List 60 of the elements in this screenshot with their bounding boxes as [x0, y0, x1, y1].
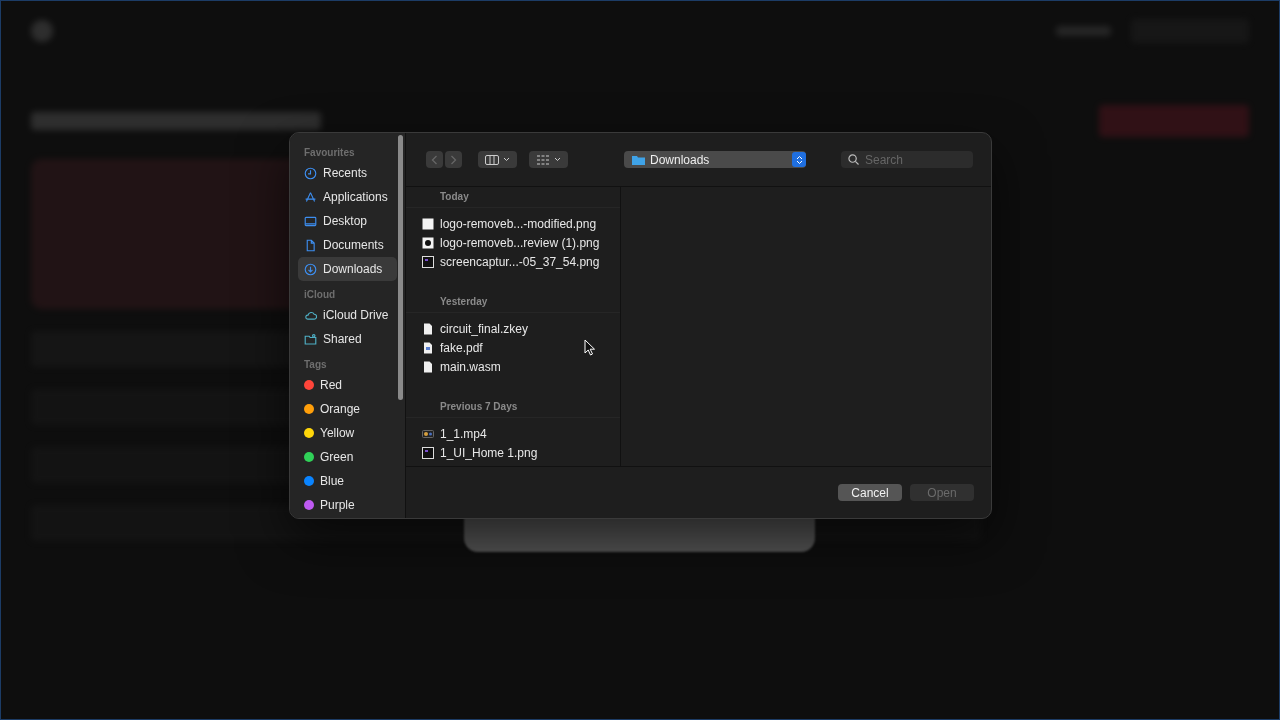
- image-file-icon: [422, 236, 434, 249]
- monitor-icon: [304, 214, 317, 228]
- sidebar-heading: iCloud: [303, 288, 337, 302]
- group-heading: Yesterday: [406, 292, 620, 313]
- sidebar-item[interactable]: Green: [298, 445, 397, 469]
- file-item[interactable]: fake.pdf: [406, 338, 620, 357]
- sidebar-item[interactable]: Blue: [298, 469, 397, 493]
- folder-icon: [632, 154, 645, 165]
- dialog-button[interactable]: Cancel: [838, 484, 902, 501]
- forward-button[interactable]: [445, 151, 462, 168]
- file-item[interactable]: 1_1.mp4: [406, 424, 620, 443]
- document-file-icon: [422, 360, 434, 373]
- chevron-right-icon: [450, 154, 457, 165]
- chevron-left-icon: [431, 154, 438, 165]
- group-button[interactable]: [529, 151, 568, 168]
- sidebar-item[interactable]: Yellow: [298, 421, 397, 445]
- sidebar-item[interactable]: Downloads: [298, 257, 397, 281]
- sidebar-item[interactable]: iCloud Drive: [298, 303, 397, 327]
- search-input[interactable]: Search: [865, 152, 965, 167]
- sidebar-heading: Favourites: [303, 146, 356, 160]
- image-file-icon: [422, 255, 434, 268]
- column-view-button[interactable]: [478, 151, 517, 168]
- image-file-icon: [422, 446, 434, 459]
- document-icon: [304, 238, 317, 252]
- columns-icon: [485, 154, 499, 165]
- sidebar-item[interactable]: Shared: [298, 327, 397, 351]
- stepper-icon: [792, 152, 806, 167]
- scrollbar[interactable]: [398, 135, 403, 400]
- sidebar-item[interactable]: Recents: [298, 161, 397, 185]
- file-item[interactable]: logo-removeb...-modified.png: [406, 214, 620, 233]
- pdf-file-icon: [422, 341, 434, 354]
- cursor-icon: [584, 339, 596, 356]
- download-icon: [304, 262, 317, 276]
- search-icon: [848, 154, 859, 165]
- apps-icon: [304, 190, 317, 204]
- file-item[interactable]: screencaptur...-05_37_54.png: [406, 252, 620, 271]
- document-file-icon: [422, 322, 434, 335]
- file-item[interactable]: main.wasm: [406, 357, 620, 376]
- group-heading: Previous 7 Days: [406, 397, 620, 418]
- file-item[interactable]: 1_UI_Home 1.png: [406, 443, 620, 462]
- sidebar-item[interactable]: Documents: [298, 233, 397, 257]
- video-file-icon: [422, 427, 434, 440]
- sidebar-item[interactable]: Orange: [298, 397, 397, 421]
- image-file-icon: [422, 217, 434, 230]
- group-heading: Today: [406, 187, 620, 208]
- caret-icon: [554, 157, 561, 162]
- clock-icon: [304, 166, 317, 180]
- grid-icon: [536, 154, 550, 165]
- shared-folder-icon: [304, 332, 317, 346]
- sidebar-heading: Tags: [303, 358, 328, 372]
- sidebar-item[interactable]: Purple: [298, 493, 397, 517]
- file-item[interactable]: logo-removeb...review (1).png: [406, 233, 620, 252]
- back-button[interactable]: [426, 151, 443, 168]
- sidebar-item[interactable]: Red: [298, 373, 397, 397]
- location-dropdown[interactable]: Downloads: [624, 151, 806, 168]
- search-field[interactable]: Search: [841, 151, 973, 168]
- caret-icon: [503, 157, 510, 162]
- sidebar-item[interactable]: Applications: [298, 185, 397, 209]
- file-item[interactable]: circuit_final.zkey: [406, 319, 620, 338]
- sidebar-item[interactable]: Desktop: [298, 209, 397, 233]
